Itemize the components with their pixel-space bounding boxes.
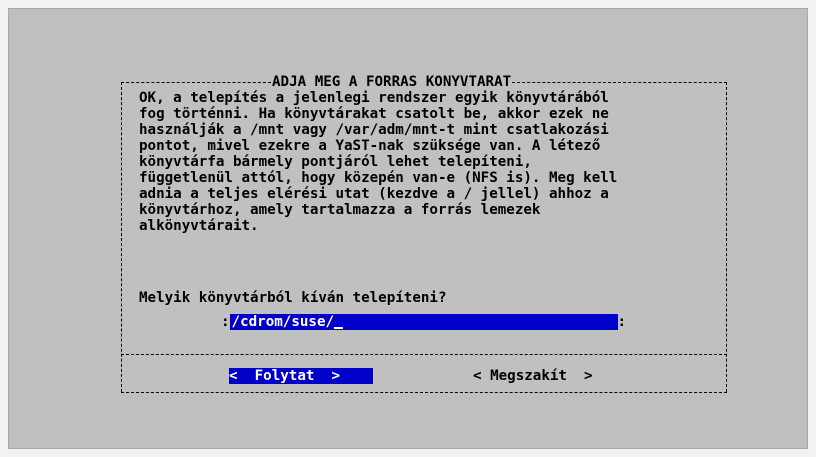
message-line: fog történni. Ha könyvtárakat csatolt be…: [139, 106, 609, 122]
source-directory-dialog: ADJA MEG A FORRAS KONYVTARAT OK, a telep…: [121, 74, 727, 393]
message-line: használják a /mnt vagy /var/adm/mnt-t mi…: [139, 122, 609, 138]
dialog-left-border: [121, 82, 122, 392]
dialog-message: OK, a telepítés a jelenlegi rendszer egy…: [139, 90, 617, 234]
top-border-left: [121, 81, 271, 83]
dialog-top-border: ADJA MEG A FORRAS KONYVTARAT: [121, 74, 727, 90]
top-border-right: [512, 81, 727, 83]
dialog-bottom-border: [121, 392, 727, 393]
message-line: könyvtárhoz, amely tartalmazza a forrás …: [139, 202, 541, 218]
text-cursor: [334, 327, 344, 329]
message-line: alkönyvtárait.: [139, 218, 259, 234]
message-line: adnia a teljes elérési utat (kezdve a / …: [139, 186, 609, 202]
message-line: OK, a telepítés a jelenlegi rendszer egy…: [139, 90, 609, 106]
console-screen: ADJA MEG A FORRAS KONYVTARAT OK, a telep…: [8, 8, 808, 449]
cancel-button-label: < Megszakít >: [473, 368, 593, 384]
continue-button-label: < Folytat >: [229, 368, 341, 384]
directory-prompt: Melyik könyvtárból kíván telepíteni?: [139, 290, 447, 306]
input-left-bracket: :: [221, 314, 230, 330]
dialog-right-border: [726, 82, 727, 392]
dialog-title: ADJA MEG A FORRAS KONYVTARAT: [271, 74, 513, 90]
input-right-bracket: :: [617, 314, 627, 330]
button-bar: < Folytat > < Megszakít >: [121, 368, 727, 384]
continue-button[interactable]: < Folytat >: [229, 368, 373, 384]
directory-input-row: : /cdrom/suse/ :: [221, 314, 626, 330]
button-area-top-border: [121, 354, 727, 355]
message-line: könyvtárfa bármely pontjáról lehet telep…: [139, 154, 532, 170]
message-line: függetlenül attól, hogy közepén van-e (N…: [139, 170, 618, 186]
directory-input-value: /cdrom/suse/: [231, 314, 335, 330]
cancel-button[interactable]: < Megszakít >: [473, 368, 617, 384]
directory-input[interactable]: /cdrom/suse/: [229, 314, 618, 330]
message-line: pontot, mivel ezekre a YaST-nak szüksége…: [139, 138, 601, 154]
